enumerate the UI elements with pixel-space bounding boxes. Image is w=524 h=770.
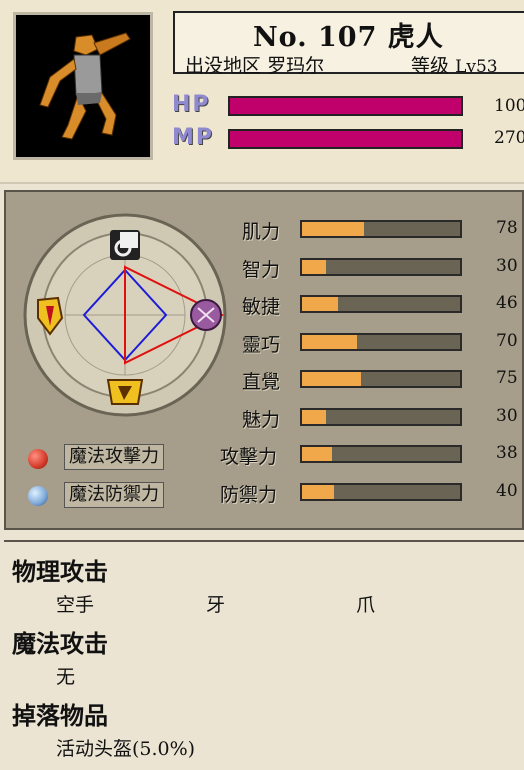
magic-defense-label: 魔法防禦力	[64, 482, 164, 508]
water-element-icon	[190, 299, 222, 331]
stat-bar	[300, 332, 462, 351]
stat-value: 30	[496, 405, 518, 426]
stat-bar-fill	[302, 222, 364, 236]
stat-bar	[300, 445, 462, 463]
stat-bar	[300, 220, 462, 238]
mp-bar	[228, 129, 463, 149]
tigerman-sprite	[16, 15, 150, 157]
stat-bar	[300, 407, 462, 426]
attack-orb-icon	[28, 449, 48, 469]
stat-bar-fill	[302, 334, 358, 349]
monster-name: 虎人	[387, 22, 444, 53]
info-panel: 物理攻击 空手 牙 爪 魔法攻击 无 掉落物品 活动头盔(5.0%)	[4, 540, 524, 770]
monster-portrait	[13, 12, 153, 160]
stat-label: 魅力	[242, 408, 281, 431]
stat-label: 直覺	[242, 371, 281, 393]
monster-title: No. 107 虎人	[253, 15, 444, 54]
stat-label: 敏捷	[242, 296, 281, 318]
monster-number: No. 107	[253, 22, 378, 53]
region-value: 罗玛尔	[267, 55, 325, 77]
element-wheel	[23, 213, 227, 417]
stat-bar	[300, 295, 462, 313]
drop-item: 活动头盔(5.0%)	[56, 738, 196, 760]
stat-value: 30	[496, 255, 518, 276]
stat-value: 46	[496, 293, 518, 313]
stat-bar-fill	[302, 409, 326, 424]
mp-value: 270	[494, 128, 524, 148]
stat-bar-fill	[302, 484, 334, 499]
magic-attack-item: 无	[56, 666, 76, 688]
stat-bar-fill	[302, 372, 362, 386]
monster-name-box: No. 107 虎人 出没地区 罗玛尔 等级 Lv53	[173, 11, 524, 77]
stat-label: 防禦力	[220, 483, 278, 506]
stat-bar-fill	[302, 297, 339, 311]
stat-bar	[300, 370, 462, 388]
magic-attack-label: 魔法攻擊力	[64, 444, 164, 470]
physical-attack-item: 空手	[56, 594, 95, 616]
mp-bar-fill	[230, 131, 461, 147]
physical-attack-item: 爪	[356, 594, 376, 616]
wind-element-icon	[110, 230, 140, 260]
divider	[0, 182, 524, 184]
level-value: Lv53	[455, 57, 498, 77]
stat-value: 40	[496, 480, 518, 501]
stat-label: 智力	[242, 258, 281, 281]
stat-bar-fill	[302, 447, 333, 461]
hp-bar	[228, 96, 463, 116]
level-label: 等级	[411, 55, 450, 77]
mp-label: MP	[172, 125, 215, 150]
stat-value: 70	[496, 330, 518, 351]
stat-label: 攻擊力	[220, 446, 278, 468]
stat-label: 靈巧	[242, 333, 281, 356]
physical-attack-title: 物理攻击	[12, 557, 108, 586]
stat-label: 肌力	[242, 221, 281, 243]
defense-orb-icon	[28, 486, 48, 506]
physical-attack-item: 牙	[206, 594, 226, 616]
magic-attack-title: 魔法攻击	[12, 629, 108, 658]
hp-value: 100	[494, 96, 524, 116]
monster-level: 等级 Lv53	[411, 51, 498, 78]
hp-label: HP	[172, 92, 211, 117]
hp-bar-fill	[230, 98, 461, 114]
monster-header: No. 107 虎人 出没地区 罗玛尔 等级 Lv53 HP 100 MP 27…	[0, 0, 524, 182]
monster-region: 出没地区 罗玛尔	[185, 51, 324, 78]
stat-bar	[300, 257, 462, 276]
drop-items-title: 掉落物品	[12, 701, 108, 730]
earth-element-icon	[106, 379, 144, 405]
stat-value: 38	[496, 443, 518, 463]
stat-bar	[300, 482, 462, 501]
stat-bar-fill	[302, 259, 326, 274]
stat-value: 75	[496, 368, 518, 388]
stat-value: 78	[496, 218, 518, 238]
region-label: 出没地区	[185, 55, 262, 77]
stats-panel: 肌力 78 智力 30 敏捷 46 靈巧 70 直覺 75 魅力 30 攻擊力 38 防禦力 40 魔法攻擊力…	[4, 190, 524, 530]
